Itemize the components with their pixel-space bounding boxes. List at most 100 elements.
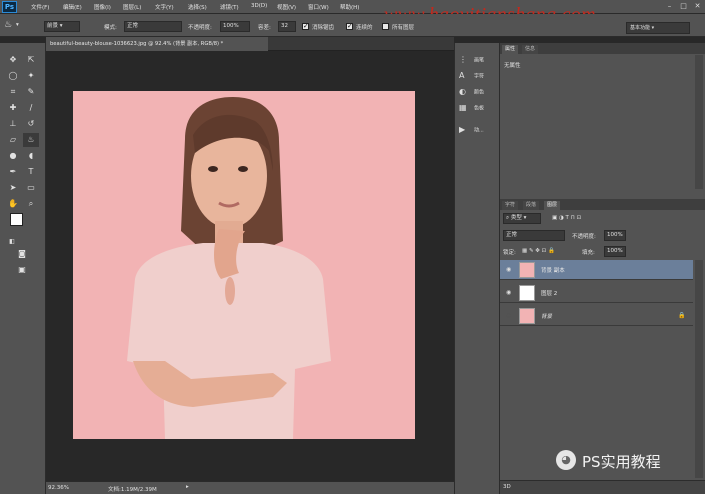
eye-hidden-icon[interactable]: ◉ xyxy=(506,312,514,320)
footer-3d-label[interactable]: 3D xyxy=(503,484,511,490)
lock-icon: 🔒 xyxy=(678,312,686,319)
clone-stamp-icon[interactable]: ⊥ xyxy=(5,117,21,131)
properties-scrollbar[interactable] xyxy=(695,55,703,189)
layer-opacity-input[interactable]: 100% xyxy=(604,230,626,241)
mode-label: 模式: xyxy=(104,25,117,31)
mode-select[interactable]: 正常 xyxy=(124,21,182,32)
tab-character[interactable]: 字符 xyxy=(502,201,519,210)
lock-label: 锁定: xyxy=(503,250,516,256)
move-tool-icon[interactable]: ✥ xyxy=(5,53,21,67)
paint-bucket-tool-icon[interactable]: ♨ xyxy=(23,133,39,147)
tab-paragraph[interactable]: 段落 xyxy=(523,201,540,210)
canvas-area[interactable] xyxy=(46,51,454,481)
blur-tool-icon[interactable]: ● xyxy=(5,149,21,163)
layer-opacity-label: 不透明度: xyxy=(572,234,596,240)
status-bar: 92.36% 文档:1.19M/2.39M ▸ xyxy=(46,481,454,494)
status-arrow-icon[interactable]: ▸ xyxy=(186,484,189,490)
swatches-panel-item[interactable]: ▦ 色板 xyxy=(459,103,484,121)
layer-name[interactable]: 背景 xyxy=(541,312,552,320)
layer-thumbnail xyxy=(519,285,535,301)
dodge-tool-icon[interactable]: ◖ xyxy=(23,149,39,163)
menu-window[interactable]: 窗口(W) xyxy=(308,3,329,11)
menu-file[interactable]: 文件(F) xyxy=(31,3,49,11)
menu-select[interactable]: 选择(S) xyxy=(188,3,207,11)
brush-tool-icon[interactable]: ∕ xyxy=(23,101,39,115)
filter-icons[interactable]: ▣ ◑ T ⊓ ⊡ xyxy=(552,215,581,221)
eye-icon[interactable]: ◉ xyxy=(506,289,514,297)
layer-row-background-copy[interactable]: ◉ 背景 副本 xyxy=(500,260,693,280)
workspace-select[interactable]: 基本功能 ▾ xyxy=(626,22,690,34)
chevron-down-icon[interactable]: ▾ xyxy=(16,22,19,28)
screen-mode-icon[interactable]: ▣ xyxy=(14,263,30,277)
layers-footer: 3D xyxy=(500,480,705,494)
color-icon: ◐ xyxy=(459,87,466,96)
menu-edit[interactable]: 编辑(E) xyxy=(63,3,82,11)
layers-tabbar: 字符 段落 图层 xyxy=(500,199,705,210)
lock-icons[interactable]: ▦ ✎ ✥ ⊡ 🔒 xyxy=(522,248,555,254)
contiguous-checkbox[interactable] xyxy=(346,22,353,30)
options-bar: ♨ ▾ 前景 ▾ 模式: 正常 不透明度: 100% 容差: 32 消除锯齿 连… xyxy=(0,14,705,37)
fill-input[interactable]: 100% xyxy=(604,246,626,257)
actions-panel-item[interactable]: ▶ 动... xyxy=(459,125,484,143)
menu-image[interactable]: 图像(I) xyxy=(94,3,111,11)
wechat-icon: ◕ xyxy=(556,450,576,470)
document-size: 文档:1.19M/2.39M xyxy=(108,487,157,493)
layer-thumbnail xyxy=(519,308,535,324)
layer-row-background[interactable]: ◉ 背景 🔒 xyxy=(500,306,693,326)
lasso-tool-icon[interactable]: ◯ xyxy=(5,69,21,83)
zoom-level[interactable]: 92.36% xyxy=(48,485,69,491)
all-layers-checkbox[interactable] xyxy=(382,23,389,30)
menu-layer[interactable]: 图层(L) xyxy=(123,3,141,11)
paint-bucket-icon[interactable]: ♨ xyxy=(4,20,12,30)
history-brush-icon[interactable]: ↺ xyxy=(23,117,39,131)
layers-scrollbar[interactable] xyxy=(695,260,703,478)
properties-content: 无属性 xyxy=(504,63,521,69)
photoshop-logo: Ps xyxy=(2,1,17,13)
layer-thumbnail xyxy=(519,262,535,278)
tab-layers[interactable]: 图层 xyxy=(544,201,561,210)
fill-source-select[interactable]: 前景 ▾ xyxy=(44,21,80,32)
tab-properties[interactable]: 属性 xyxy=(502,45,519,54)
menu-filter[interactable]: 滤镜(T) xyxy=(220,3,239,11)
maximize-icon[interactable]: □ xyxy=(679,2,688,11)
document-tab-bar: beautiful-beauty-blouse-1036623.jpg @ 92… xyxy=(46,37,454,51)
eraser-tool-icon[interactable]: ▱ xyxy=(5,133,21,147)
blend-mode-select[interactable]: 正常 xyxy=(503,230,565,241)
quick-mask-icon[interactable]: ◙ xyxy=(14,247,30,261)
crop-tool-icon[interactable]: ⌗ xyxy=(5,85,21,99)
eye-icon[interactable]: ◉ xyxy=(506,266,514,274)
menu-3d[interactable]: 3D(D) xyxy=(251,3,267,9)
portrait-photo xyxy=(73,91,415,439)
document-tab[interactable]: beautiful-beauty-blouse-1036623.jpg @ 92… xyxy=(46,37,268,51)
healing-brush-icon[interactable]: ✚ xyxy=(5,101,21,115)
tab-info[interactable]: 信息 xyxy=(522,45,539,54)
brand-watermark: ◕ PS实用教程 xyxy=(556,449,696,471)
tools-panel: ✥ ⇱ ◯ ✦ ⌗ ✎ ✚ ∕ ⊥ ↺ ▱ ♨ ● ◖ ✒ T ➤ ▭ ✋ ⌕ … xyxy=(0,43,46,494)
artboard-tool-icon[interactable]: ⇱ xyxy=(23,53,39,67)
path-select-icon[interactable]: ➤ xyxy=(5,181,21,195)
document-image[interactable] xyxy=(73,91,415,439)
layer-filter-select[interactable]: ⌕ 类型 ▾ xyxy=(503,213,541,224)
menu-type[interactable]: 文字(Y) xyxy=(155,3,174,11)
menu-view[interactable]: 视图(V) xyxy=(277,3,296,11)
opacity-input[interactable]: 100% xyxy=(220,21,250,32)
magic-wand-icon[interactable]: ✦ xyxy=(23,69,39,83)
rectangle-tool-icon[interactable]: ▭ xyxy=(23,181,39,195)
hand-tool-icon[interactable]: ✋ xyxy=(5,197,21,211)
foreground-color-swatch[interactable] xyxy=(10,213,23,226)
layer-row-layer2[interactable]: ◉ 图层 2 xyxy=(500,283,693,303)
antialias-checkbox[interactable] xyxy=(302,22,309,30)
pen-tool-icon[interactable]: ✒ xyxy=(5,165,21,179)
fill-label: 填充: xyxy=(582,250,595,256)
eyedropper-icon[interactable]: ✎ xyxy=(23,85,39,99)
tolerance-input[interactable]: 32 xyxy=(278,21,296,32)
zoom-tool-icon[interactable]: ⌕ xyxy=(23,197,39,211)
close-icon[interactable]: ✕ xyxy=(693,2,702,11)
layer-name[interactable]: 图层 2 xyxy=(541,289,557,297)
menu-help[interactable]: 帮助(H) xyxy=(340,3,359,11)
opacity-label: 不透明度: xyxy=(188,25,212,31)
collapsed-panels: ⋮ 画笔 A 字符 ◐ 颜色 ▦ 色板 ▶ 动... xyxy=(454,43,500,494)
type-tool-icon[interactable]: T xyxy=(23,165,39,179)
brush-icon: ⋮ xyxy=(459,55,467,64)
layer-name[interactable]: 背景 副本 xyxy=(541,266,565,274)
